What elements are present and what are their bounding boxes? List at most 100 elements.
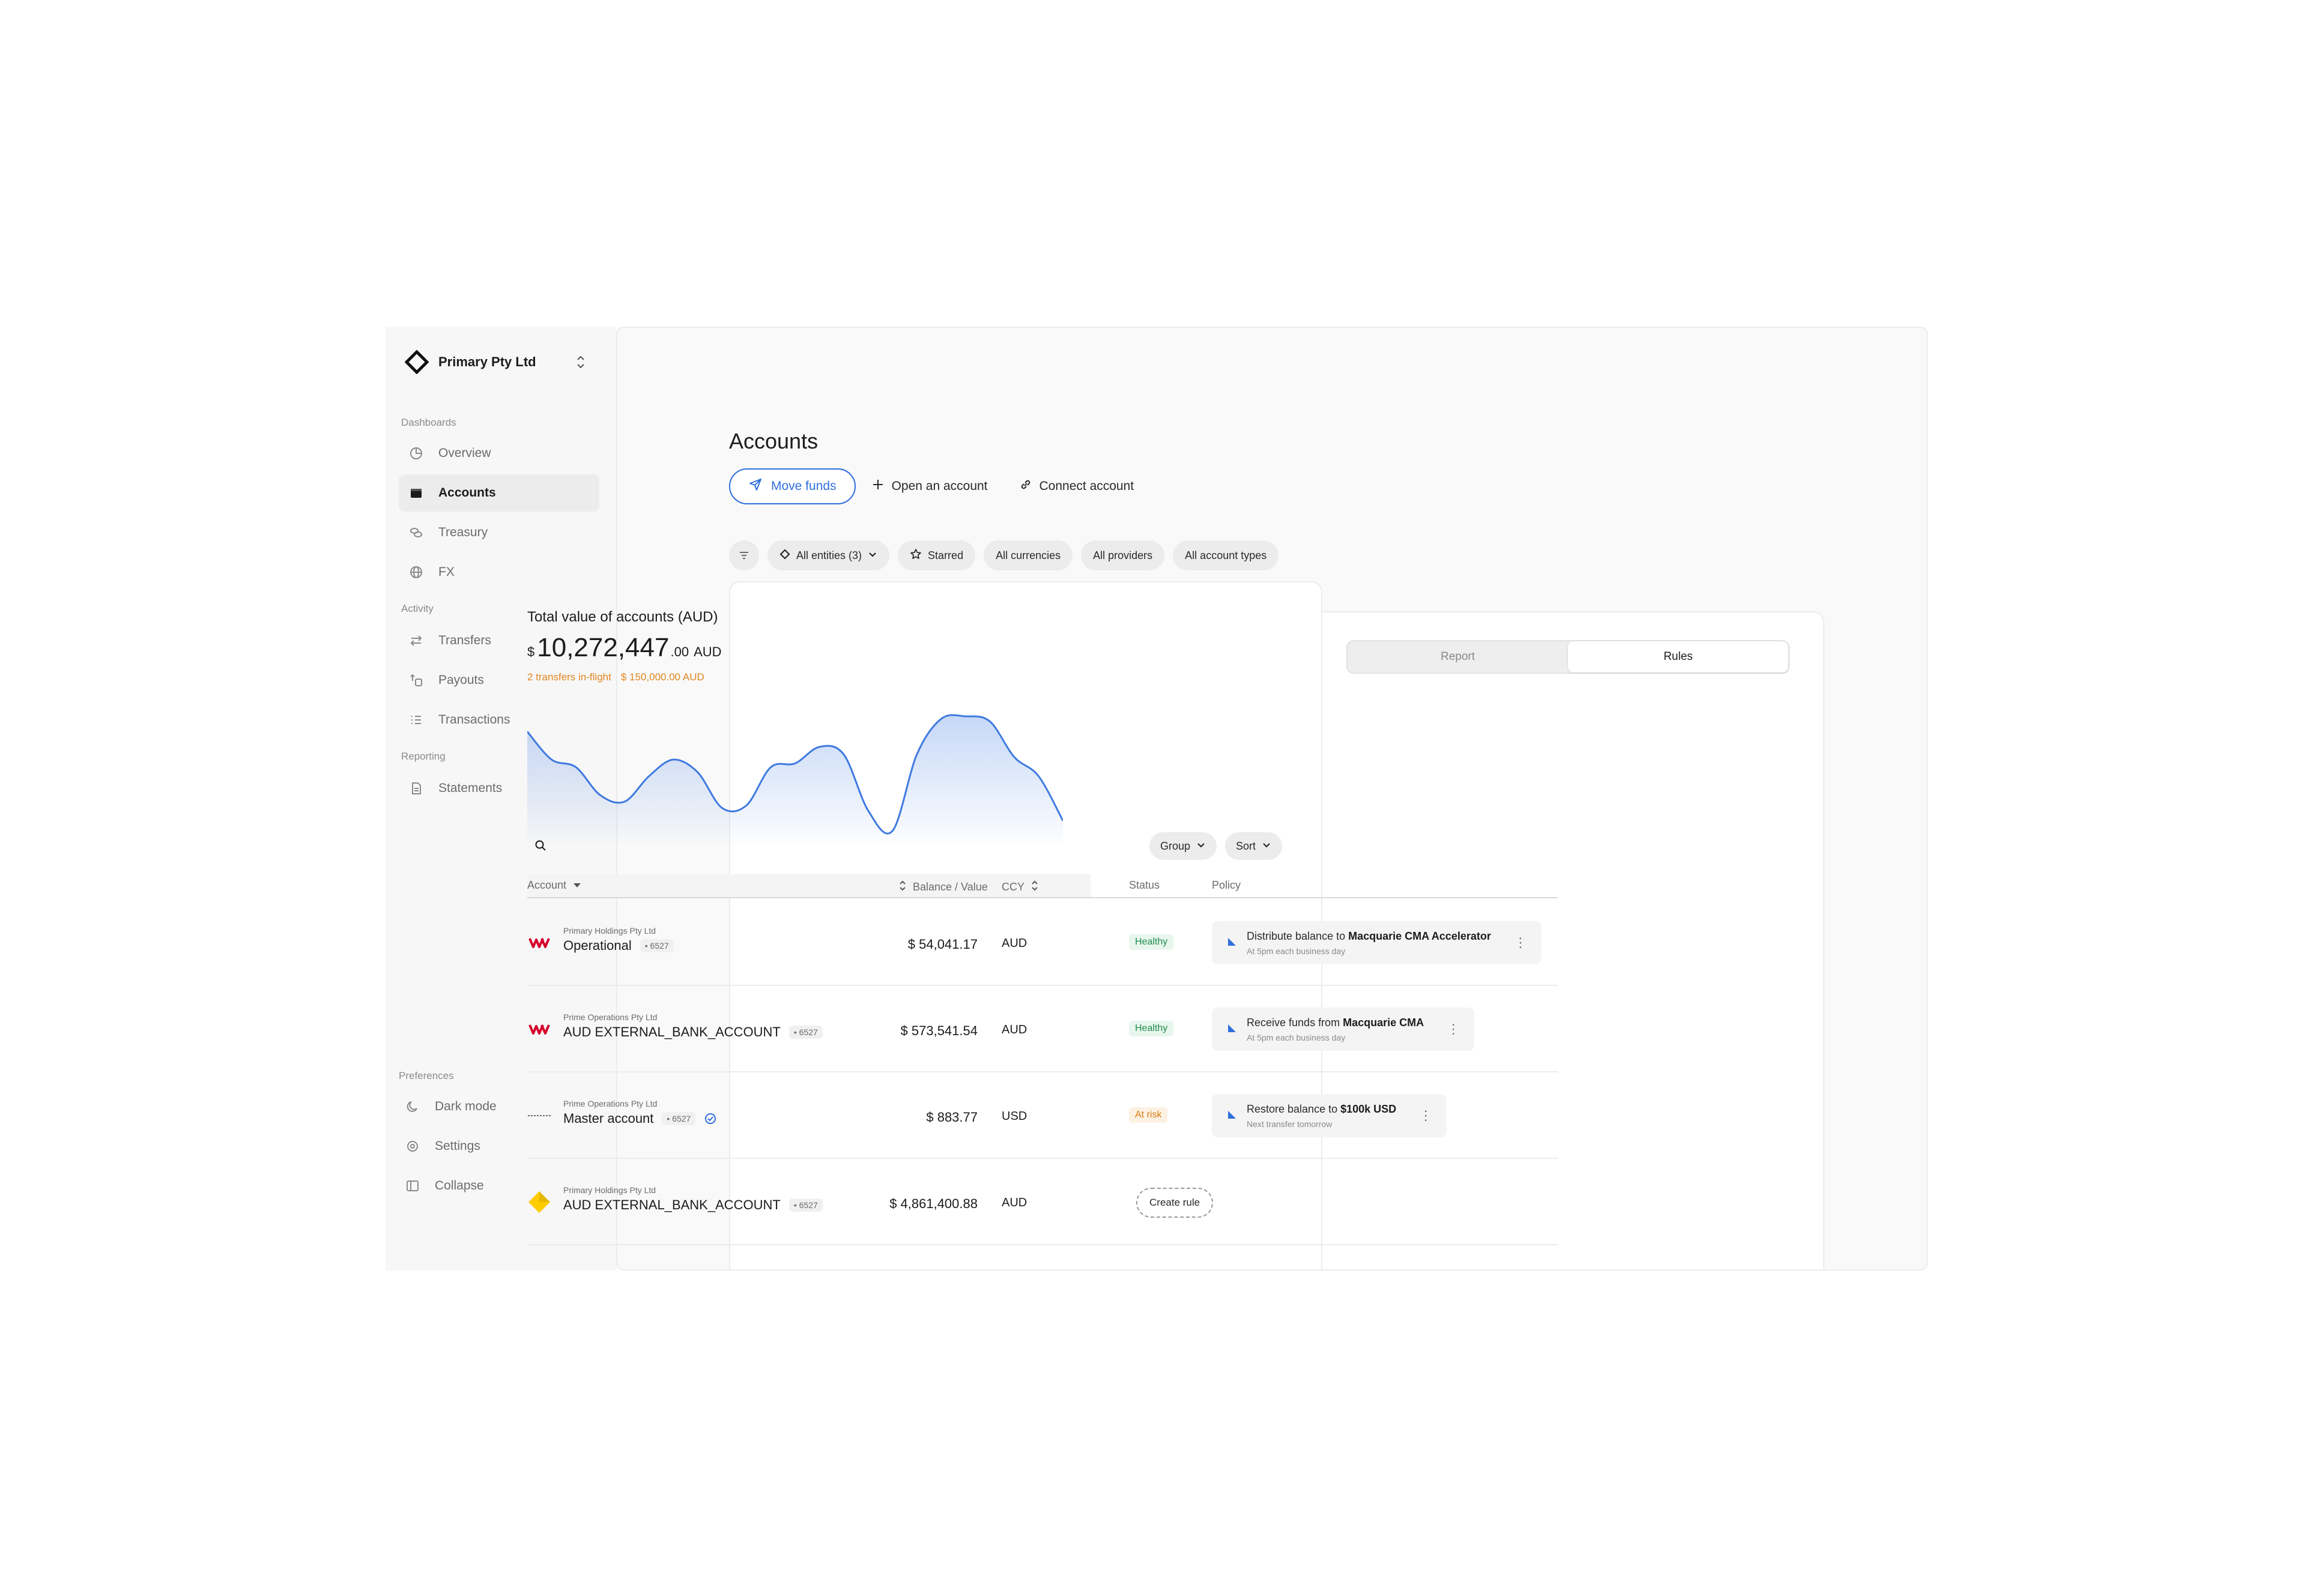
group-button[interactable]: Group <box>1149 832 1217 860</box>
policy-card[interactable]: Distribute balance to Macquarie CMA Acce… <box>1212 921 1542 964</box>
open-account-button[interactable]: Open an account <box>856 468 1003 504</box>
column-header-balance[interactable]: Balance / Value <box>898 879 988 895</box>
table-row[interactable]: Prime Operations Pty Ltd Master account … <box>527 1072 1558 1159</box>
policy-prefix: Distribute balance to <box>1247 929 1346 942</box>
account-number-mask: • 6527 <box>640 939 674 952</box>
table-header: Account Balance / Value CCY Status Polic… <box>527 874 1558 898</box>
total-value: $ 10,272,447 .00 AUD <box>527 633 722 663</box>
tab-rules[interactable]: Rules <box>1568 641 1788 673</box>
policy-target: Macquarie CMA Accelerator <box>1348 929 1491 942</box>
filter-icon <box>740 552 748 559</box>
policy-schedule: Next transfer tomorrow <box>1247 1119 1333 1129</box>
nav-label: Treasury <box>438 525 488 539</box>
sidebar-icon <box>404 1177 422 1195</box>
column-header-ccy[interactable]: CCY <box>1002 879 1039 895</box>
policy-prefix: Receive funds from <box>1247 1016 1340 1029</box>
move-funds-button[interactable]: Move funds <box>729 468 856 504</box>
caret-down-icon <box>572 879 582 892</box>
sort-button[interactable]: Sort <box>1225 832 1283 860</box>
account-name: Master account <box>563 1111 654 1126</box>
document-icon <box>407 779 425 797</box>
policy-flag-icon <box>1226 936 1237 950</box>
org-switcher[interactable]: Primary Pty Ltd <box>404 347 590 377</box>
account-name: Operational <box>563 938 632 953</box>
entities-filter[interactable]: All entities (3) <box>767 540 890 570</box>
column-header-account[interactable]: Account <box>527 879 582 892</box>
more-options-icon[interactable]: ⋮ <box>1419 1109 1432 1122</box>
account-balance: $ 4,861,400.88 <box>889 1196 978 1211</box>
nav-label: Dark mode <box>435 1099 497 1113</box>
chevron-down-icon <box>868 549 877 562</box>
section-label-activity: Activity <box>401 603 434 614</box>
sort-label: Sort <box>1236 839 1256 852</box>
nav-item-accounts[interactable]: Accounts <box>399 474 599 512</box>
link-icon <box>1019 478 1032 495</box>
entities-filter-label: All entities (3) <box>796 549 862 561</box>
create-rule-button[interactable]: Create rule <box>1136 1188 1214 1218</box>
account-entity: Primary Holdings Pty Ltd <box>563 1185 656 1195</box>
westpac-logo-icon <box>527 1017 551 1041</box>
providers-filter[interactable]: All providers <box>1081 540 1165 570</box>
more-options-icon[interactable]: ⋮ <box>1447 1023 1460 1036</box>
currencies-filter[interactable]: All currencies <box>984 540 1073 570</box>
account-types-filter[interactable]: All account types <box>1173 540 1279 570</box>
account-entity: Prime Operations Pty Ltd <box>563 1099 658 1108</box>
account-entity: Prime Operations Pty Ltd <box>563 1012 658 1022</box>
account-ccy: USD <box>1002 1110 1027 1123</box>
nav-label: Overview <box>438 446 491 460</box>
policy-flag-icon <box>1226 1023 1237 1036</box>
account-name-line: AUD EXTERNAL_BANK_ACCOUNT • 6527 <box>563 1197 823 1213</box>
arrows-left-right-icon <box>407 632 425 650</box>
more-options-icon[interactable]: ⋮ <box>1514 936 1527 949</box>
send-icon <box>748 477 763 495</box>
search-icon <box>535 840 546 851</box>
policy-card[interactable]: Receive funds from Macquarie CMA At 5pm … <box>1212 1008 1475 1051</box>
table-row[interactable]: Primary Holdings Pty Ltd Operational • 6… <box>527 899 1558 986</box>
nav-item-overview[interactable]: Overview <box>399 435 599 472</box>
wallet-icon <box>407 484 425 502</box>
table-row[interactable]: Primary Holdings Pty Ltd AUD EXTERNAL_BA… <box>527 1159 1558 1245</box>
status-badge: Healthy <box>1129 934 1174 950</box>
list-icon <box>407 711 425 729</box>
nav-item-fx[interactable]: FX <box>399 554 599 591</box>
gear-icon <box>404 1137 422 1155</box>
verified-badge-icon <box>704 1112 717 1125</box>
policy-flag-icon <box>1226 1109 1237 1123</box>
starred-filter[interactable]: Starred <box>898 540 976 570</box>
nav-label: Accounts <box>438 486 496 500</box>
action-bar: Move funds Open an account Connect accou… <box>729 468 1149 504</box>
filter-button[interactable] <box>729 540 759 570</box>
pie-chart-icon <box>407 444 425 462</box>
globe-icon <box>407 563 425 581</box>
account-balance: $ 573,541.54 <box>900 1023 978 1038</box>
policy-schedule: At 5pm each business day <box>1247 1032 1346 1042</box>
tab-report[interactable]: Report <box>1348 641 1568 673</box>
coins-icon <box>407 524 425 542</box>
policy-card[interactable]: Restore balance to $100k USD Next transf… <box>1212 1094 1447 1137</box>
total-value-label: Total value of accounts (AUD) <box>527 609 718 625</box>
policy-target: Macquarie CMA <box>1343 1016 1424 1029</box>
account-balance: $ 883.77 <box>926 1110 978 1125</box>
column-header-label: Balance / Value <box>913 881 988 893</box>
account-name: AUD EXTERNAL_BANK_ACCOUNT <box>563 1197 781 1212</box>
account-name-line: Operational • 6527 <box>563 938 674 954</box>
account-number-mask: • 6527 <box>788 1026 823 1039</box>
nav-item-treasury[interactable]: Treasury <box>399 514 599 551</box>
nav-label: FX <box>438 565 455 579</box>
sort-icon <box>1030 879 1039 895</box>
nav-label: Transactions <box>438 713 510 727</box>
inflight-transfers[interactable]: 2 transfers in-flight $ 150,000.00 AUD <box>527 671 704 683</box>
connect-account-button[interactable]: Connect account <box>1003 468 1150 504</box>
search-button[interactable] <box>527 832 554 859</box>
column-header-policy: Policy <box>1212 879 1241 892</box>
account-number-mask: • 6527 <box>788 1199 823 1212</box>
chevron-up-down-icon[interactable] <box>572 354 590 370</box>
group-label: Group <box>1160 839 1191 852</box>
column-header-label: Status <box>1129 879 1160 891</box>
account-ccy: AUD <box>1002 1023 1027 1036</box>
policy-prefix: Restore balance to <box>1247 1102 1338 1115</box>
account-ccy: AUD <box>1002 937 1027 950</box>
total-value-main: 10,272,447 <box>537 633 670 662</box>
chevron-down-icon <box>1196 840 1206 853</box>
table-row[interactable]: Prime Operations Pty Ltd AUD EXTERNAL_BA… <box>527 986 1558 1072</box>
